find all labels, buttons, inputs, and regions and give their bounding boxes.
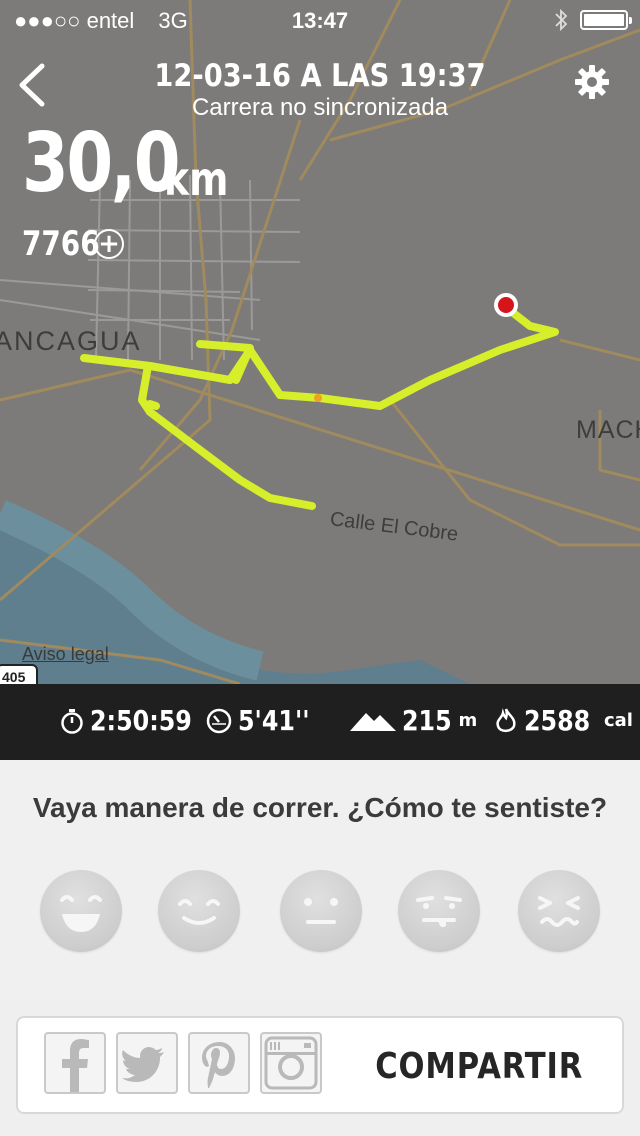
gear-icon[interactable] (574, 64, 610, 100)
fuel-points[interactable]: 7766 + (22, 224, 124, 264)
speedometer-icon (206, 708, 232, 733)
elevation-unit: m (458, 710, 478, 731)
flame-icon (496, 707, 516, 732)
share-panel: COMPARTIR (16, 1016, 624, 1114)
stopwatch-icon (61, 708, 83, 734)
stats-bar: 2:50:59 5'41'' 215 m 2588 cal (0, 684, 640, 760)
instagram-icon[interactable] (260, 1032, 322, 1094)
status-bar: ●●●○○ entel 3G 13:47 (0, 0, 640, 40)
stat-calories: 2588 cal (494, 704, 633, 737)
duration-value: 2:50:59 (90, 704, 192, 737)
clock: 13:47 (291, 8, 349, 33)
stat-pace: 5'41'' (206, 704, 322, 737)
share-button[interactable]: COMPARTIR (375, 1046, 582, 1087)
finish-marker (498, 297, 514, 313)
run-distance: 30,0 km (22, 116, 228, 211)
feeling-section: Vaya manera de correr. ¿Cómo te sentiste… (0, 760, 640, 1000)
distance-value: 30,0 (22, 116, 181, 211)
stat-duration: 2:50:59 (60, 704, 210, 737)
facebook-icon[interactable] (44, 1032, 106, 1094)
fuel-value: 7766 (22, 224, 100, 264)
chevron-left-icon[interactable] (14, 62, 54, 108)
page-title: 12-03-16 A LAS 19:37 (154, 58, 486, 94)
twitter-icon[interactable] (116, 1032, 178, 1094)
great-face-icon[interactable] (40, 870, 122, 952)
map-city-label: ANCAGUA (0, 326, 142, 356)
pinterest-icon[interactable] (188, 1032, 250, 1094)
happy-face-icon[interactable] (158, 870, 240, 952)
elevation-value: 215 (402, 704, 452, 737)
pace-value: 5'41'' (238, 704, 310, 737)
battery-icon (580, 10, 632, 30)
distance-unit: km (164, 152, 229, 206)
bad-face-icon[interactable] (518, 870, 600, 952)
route-badge: 405 (0, 664, 38, 684)
calories-unit: cal (603, 710, 633, 731)
bluetooth-icon (555, 8, 568, 32)
status-right (554, 8, 632, 32)
map-town-label: MACH (576, 416, 640, 444)
calories-value: 2588 (524, 704, 591, 737)
track-marker (314, 394, 322, 402)
neutral-face-icon[interactable] (280, 870, 362, 952)
feeling-question: Vaya manera de correr. ¿Cómo te sentiste… (32, 792, 608, 823)
run-track (80, 308, 559, 510)
mountain-icon (350, 712, 396, 731)
meh-face-icon[interactable] (398, 870, 480, 952)
stat-elevation: 215 m (350, 704, 477, 737)
legal-link[interactable]: Aviso legal (22, 644, 109, 665)
